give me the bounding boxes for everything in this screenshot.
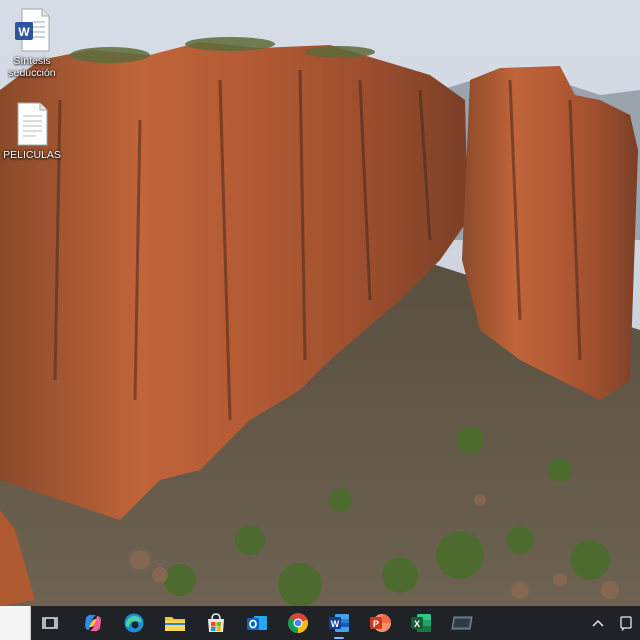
powerpoint-icon[interactable]: P — [369, 612, 391, 634]
edge-icon[interactable] — [123, 612, 145, 634]
chrome-icon[interactable] — [287, 612, 309, 634]
excel-icon[interactable]: X — [410, 612, 432, 634]
outlook-icon[interactable] — [246, 612, 268, 634]
notification-icon[interactable] — [612, 612, 640, 634]
svg-text:W: W — [18, 25, 30, 39]
text-document-icon — [14, 102, 50, 146]
desktop-icon-label: PELICULAS — [3, 149, 61, 161]
microsoft-store-icon[interactable] — [205, 612, 227, 634]
system-tray — [584, 606, 640, 640]
chevron-up-icon[interactable] — [584, 612, 612, 634]
desktop[interactable]: W Síntesis seducción PELICULAS — [0, 0, 640, 606]
search-box[interactable] — [0, 606, 31, 640]
word-icon[interactable]: W — [328, 612, 350, 639]
desktop-icon-sintesis-seduccion[interactable]: W Síntesis seducción — [0, 8, 64, 79]
taskbar: W P X — [0, 606, 640, 640]
app-window-icon[interactable] — [451, 612, 473, 634]
word-document-icon: W — [14, 8, 50, 52]
wallpaper-image — [0, 0, 640, 606]
svg-text:W: W — [331, 619, 340, 629]
file-explorer-icon[interactable] — [164, 612, 186, 634]
svg-text:P: P — [373, 619, 379, 629]
task-view-icon[interactable] — [40, 612, 62, 634]
desktop-icon-label: Síntesis seducción — [8, 55, 56, 79]
svg-text:X: X — [414, 619, 420, 629]
desktop-icon-peliculas[interactable]: PELICULAS — [0, 102, 64, 161]
copilot-icon[interactable] — [82, 612, 104, 634]
